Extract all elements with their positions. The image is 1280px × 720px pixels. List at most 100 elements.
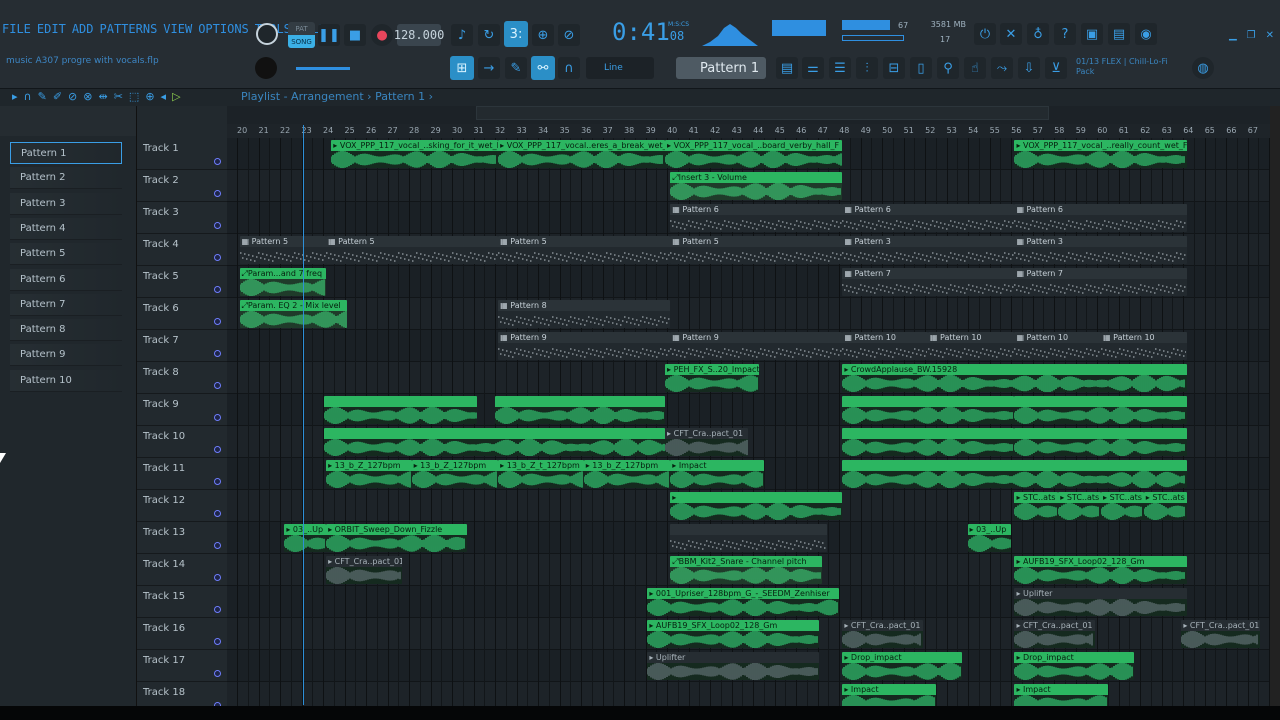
track-lane[interactable] <box>227 298 1270 330</box>
playlist-clip[interactable]: ▸ STC..ats <box>1014 492 1059 520</box>
pause-icon[interactable]: ❚❚ <box>318 24 340 46</box>
track-header[interactable]: Track 5 <box>137 266 227 298</box>
track-mute-button[interactable] <box>214 158 221 165</box>
playlist-clip[interactable]: ▦ Pattern 7 <box>842 268 1015 296</box>
playlist-clip[interactable]: ▸ STC..ats <box>1058 492 1102 520</box>
track-header[interactable]: Track 10 <box>137 426 227 458</box>
arrangement-grid[interactable]: ▸ VOX_PPP_117_vocal_..sking_for_it_wet_F… <box>227 138 1270 706</box>
pattern-list-item[interactable]: Pattern 2 <box>10 167 122 190</box>
playlist-clip[interactable] <box>842 460 1187 488</box>
track-header[interactable]: Track 7 <box>137 330 227 362</box>
slice-icon[interactable]: ✂ <box>114 90 123 103</box>
playlist-overview[interactable] <box>476 106 1049 120</box>
playlist-clip[interactable]: ▦ Pattern 6 <box>842 204 1015 232</box>
playlist-clip[interactable] <box>1014 428 1187 456</box>
slip-icon[interactable]: ⇹ <box>98 90 107 103</box>
playlist-clip[interactable]: ▦ Pattern 8 <box>498 300 671 328</box>
speaker-icon[interactable]: ◂ <box>161 90 167 103</box>
playlist-clip[interactable]: ▦ Pattern 6 <box>670 204 843 232</box>
minimize-icon[interactable]: ▁ <box>1229 30 1237 41</box>
song-mode-label[interactable]: SONG <box>288 35 315 48</box>
pencil-icon[interactable]: ✎ <box>505 57 527 79</box>
pattern-list-item[interactable]: Pattern 3 <box>10 192 122 215</box>
loop-record-icon[interactable]: ↻ <box>478 24 500 46</box>
playlist-clip[interactable]: ⤢Param...and 7 freq <box>239 268 327 296</box>
pattern-list-item[interactable]: Pattern 5 <box>10 243 122 266</box>
track-mute-button[interactable] <box>214 478 221 485</box>
playlist-clip[interactable]: ▸ <box>670 492 843 520</box>
track-mute-button[interactable] <box>214 254 221 261</box>
track-header[interactable]: Track 8 <box>137 362 227 394</box>
playlist-clip[interactable]: ▸ ORBIT_Sweep_Down_Fizzle <box>326 524 467 552</box>
track-mute-button[interactable] <box>214 318 221 325</box>
playlist-clip[interactable]: ▸ Uplifter <box>1014 588 1187 616</box>
draw-icon[interactable]: ✎ <box>38 90 47 103</box>
playlist-clip[interactable]: ▦ Pattern 3 <box>1014 236 1187 264</box>
eq-icon[interactable]: ⫶ <box>856 57 878 79</box>
playlist-clip[interactable]: ▸ CrowdApplause_BW.15928 <box>842 364 1187 392</box>
playlist-clip[interactable]: ▦ Pattern 3 <box>842 236 1015 264</box>
playlist-clip[interactable] <box>842 428 1015 456</box>
save-icon[interactable]: ▣ <box>1081 23 1103 45</box>
track-header[interactable]: Track 11 <box>137 458 227 490</box>
plugin-icon[interactable]: ⊟ <box>883 57 905 79</box>
select-icon[interactable]: ⬚ <box>129 90 139 103</box>
playlist-clip[interactable]: ▸ Impact <box>842 684 937 706</box>
track-mute-button[interactable] <box>214 190 221 197</box>
tools-icon[interactable]: ✕ <box>1000 23 1022 45</box>
track-mute-button[interactable] <box>214 574 221 581</box>
snap-selector[interactable]: Line <box>586 57 654 79</box>
mixer-icon[interactable]: ☰ <box>829 57 851 79</box>
track-mute-button[interactable] <box>214 542 221 549</box>
pattern-list-item[interactable]: Pattern 8 <box>10 319 122 342</box>
track-header[interactable]: Track 15 <box>137 586 227 618</box>
track-header[interactable]: Track 3 <box>137 202 227 234</box>
pat-song-toggle[interactable]: PAT SONG <box>288 22 315 48</box>
playlist-clip[interactable]: ▸ STC..ats <box>1143 492 1187 520</box>
playlist-clip[interactable]: ⤢Param. EQ 2 - Mix level <box>239 300 347 328</box>
pattern-list-item[interactable]: Pattern 10 <box>10 369 122 392</box>
playlist-clip[interactable]: ▦ Pattern 5 <box>239 236 327 264</box>
track-header[interactable]: Track 6 <box>137 298 227 330</box>
track-header[interactable]: Track 4 <box>137 234 227 266</box>
playlist-clip[interactable] <box>1014 396 1187 424</box>
link-icon[interactable]: ⚯ <box>531 56 555 80</box>
channel-rack-icon[interactable]: ⚌ <box>802 57 824 79</box>
tempo-display[interactable]: 128.000 <box>394 24 444 46</box>
playlist-clip[interactable]: ▸ AUFB19_SFX_Loop02_128_Gm <box>647 620 820 648</box>
magnet-icon[interactable]: ∩ <box>558 57 580 79</box>
playlist-clip[interactable]: ▸ VOX_PPP_117_vocal_..really_count_wet_F <box>1014 140 1187 168</box>
playlist-clip[interactable]: ▸ 13_b_Z_127bpm <box>411 460 499 488</box>
pat-mode-label[interactable]: PAT <box>288 22 315 35</box>
menu-view[interactable]: VIEW <box>163 22 192 36</box>
breadcrumb-prefix[interactable]: Playlist - Arrangement <box>241 90 364 103</box>
playlist-icon[interactable]: ▤ <box>776 57 798 79</box>
zoom-icon[interactable]: ⊕ <box>145 90 154 103</box>
record-icon[interactable]: ● <box>371 24 393 46</box>
playlist-clip[interactable]: ▸ PEH_FX_S..20_Impact <box>665 364 759 392</box>
playlist-clip[interactable]: ▸ Impact <box>1014 684 1109 706</box>
close-icon[interactable]: ✕ <box>1266 30 1274 41</box>
playlist-clip[interactable]: ▸ CFT_Cra..pact_01 <box>665 428 749 456</box>
track-header[interactable]: Track 9 <box>137 394 227 426</box>
browser-icon[interactable]: ▤ <box>1108 23 1130 45</box>
playlist-clip[interactable] <box>323 428 666 456</box>
playlist-clip[interactable]: ⤢BBM_Kit2_Snare - Channel pitch <box>670 556 822 584</box>
pattern-selector[interactable]: Pattern 1 <box>676 57 766 79</box>
plug-icon[interactable]: ⚲ <box>937 57 959 79</box>
track-mute-button[interactable] <box>214 446 221 453</box>
track-header[interactable]: Track 2 <box>137 170 227 202</box>
master-pitch-knob[interactable] <box>255 57 277 79</box>
restore-icon[interactable]: ❐ <box>1247 30 1256 41</box>
stop-icon[interactable]: ■ <box>344 24 366 46</box>
breadcrumb-pattern[interactable]: Pattern 1 <box>375 90 425 103</box>
help-icon[interactable]: ? <box>1054 23 1076 45</box>
track-mute-button[interactable] <box>214 510 221 517</box>
playlist-clip[interactable] <box>323 396 478 424</box>
playlist-clip[interactable]: ▸ VOX_PPP_117_vocal_..sking_for_it_wet_F <box>331 140 499 168</box>
playlist-clip[interactable]: ▸ 13_b_Z_127bpm <box>326 460 412 488</box>
track-mute-button[interactable] <box>214 638 221 645</box>
magnet-snap-icon[interactable]: ∩ <box>24 90 32 103</box>
playlist-clip[interactable]: ▦ Pattern 10 <box>927 332 1015 360</box>
playlist-clip[interactable]: ▸ Drop_impact <box>842 652 963 680</box>
